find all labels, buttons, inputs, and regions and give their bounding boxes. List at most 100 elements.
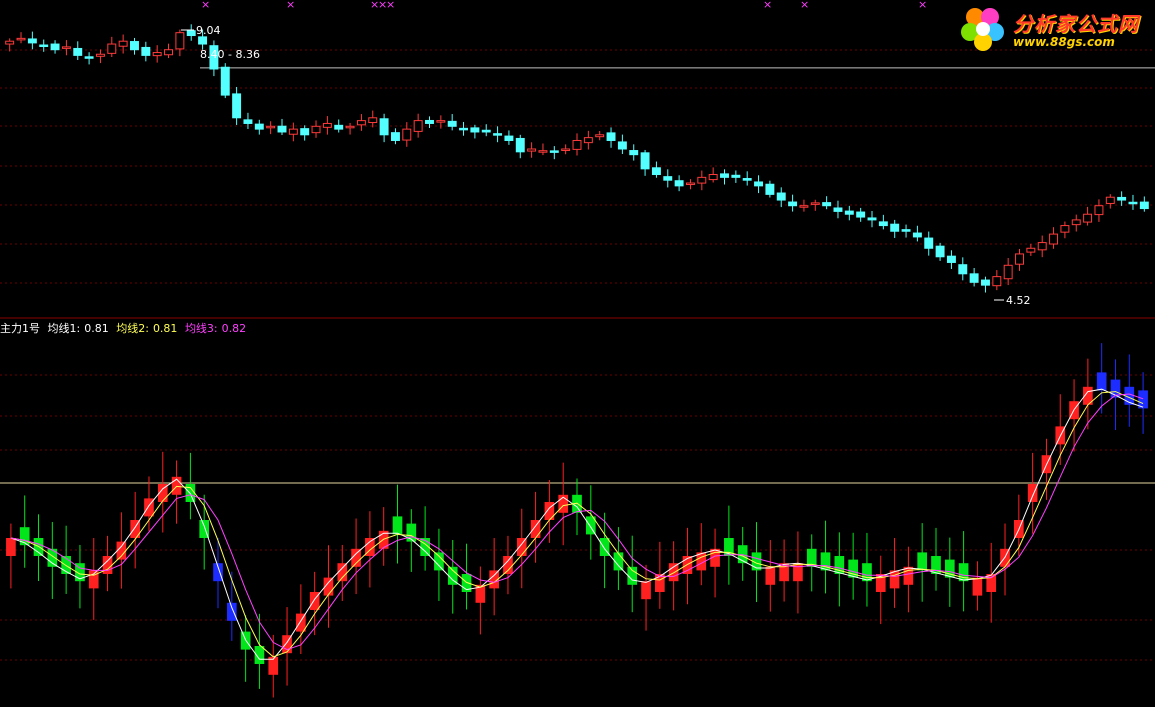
price-candle [459,127,469,131]
indicator-candle [862,563,872,582]
price-candle [515,137,525,153]
indicator-candle [641,581,651,600]
price-candle [300,128,310,136]
price-candle [1105,196,1115,204]
price-candle [220,66,230,96]
indicator-candle [102,556,113,574]
site-logo: 分析家公式网 www.88gs.com [955,2,1153,56]
price-candle [266,125,276,129]
signal-marker: × [386,0,395,11]
price-candle [322,122,332,128]
price-candle [1003,264,1013,280]
price-candle [685,182,695,186]
price-candle [629,150,639,156]
price-candle [538,150,548,153]
price-candle [697,176,707,184]
price-candle [890,223,900,232]
indicator-candle [958,563,969,582]
price-candle [561,148,571,151]
price-candle [334,124,344,130]
indicator-candle [1027,484,1038,502]
price-candle [833,207,843,212]
signal-marker: × [201,0,210,11]
price-candle [198,36,208,45]
ma2-value: 0.81 [152,322,178,335]
price-candle [39,44,49,48]
price-candle [152,52,162,57]
indicator-candle [544,502,555,520]
indicator-candle [530,520,541,538]
indicator-candle [986,574,997,592]
indicator-candle [392,516,403,535]
stock-chart[interactable]: 9.048.40 - 8.364.52× × ××× × × × [0,0,1155,707]
price-candle [368,117,378,124]
price-candle [867,217,877,221]
price-candle [708,174,718,181]
price-candle [1139,201,1149,210]
price-candle [175,32,185,50]
signal-marker: × [800,0,809,11]
indicator-candle [88,570,99,589]
price-candle [84,56,94,59]
ma1-label: 均线1: [47,322,81,335]
price-candle [390,132,400,141]
price-candle [1071,219,1081,226]
price-candle [311,125,321,134]
logo-url: www.88gs.com [1013,35,1115,49]
price-candle [878,221,888,227]
price-candle [901,229,911,232]
price-candle [765,183,775,195]
ma2-label: 均线2: [116,322,149,335]
price-candle [504,135,514,141]
price-candle [402,128,412,141]
price-candle [107,43,117,54]
price-candle [130,41,139,51]
price-candle [810,202,820,205]
indicator-legend: 主力1号 均线1: 0.81 均线2: 0.81 均线3: 0.82 [0,320,250,336]
price-candle [1049,233,1059,245]
signal-marker: × [763,0,772,11]
indicator-candle [1096,372,1107,391]
price-candle [1083,213,1093,223]
price-candle [788,201,798,207]
indicator-candle [765,566,776,585]
price-candle [935,245,945,258]
indicator-candle [972,577,983,596]
price-candle [73,47,83,56]
price-candle [447,120,457,127]
price-candle [992,276,1002,287]
price-candle [663,176,673,181]
price-candle [572,139,582,150]
indicator-candle [516,538,527,556]
price-candle [27,38,37,44]
price-candle [50,43,60,51]
price-candle [981,279,990,286]
price-candle [527,148,537,152]
price-candle [799,205,809,208]
flower-icon [961,8,1004,51]
price-candle [776,192,786,201]
indicator-name: 主力1号 [0,322,40,335]
price-candle [436,120,446,123]
price-candle [1128,201,1138,205]
indicator-candle [226,602,237,621]
signal-marker: × [286,0,295,11]
price-candle [16,37,26,41]
price-candle [1117,196,1127,201]
price-candle [754,181,764,187]
price-candle [720,173,729,178]
price-candle [1026,247,1036,253]
price-candle [5,40,15,45]
price-candle [164,49,173,56]
price-candle [95,53,105,57]
price-candle [413,120,423,132]
price-candle [1094,205,1104,216]
price-candle [583,137,593,144]
price-candle [254,123,264,130]
price-candle [118,40,128,47]
price-candle [425,119,434,124]
indicator-candle [793,563,803,582]
price-candle [1015,253,1024,265]
price-candle [674,180,684,187]
price-candle [356,120,366,126]
